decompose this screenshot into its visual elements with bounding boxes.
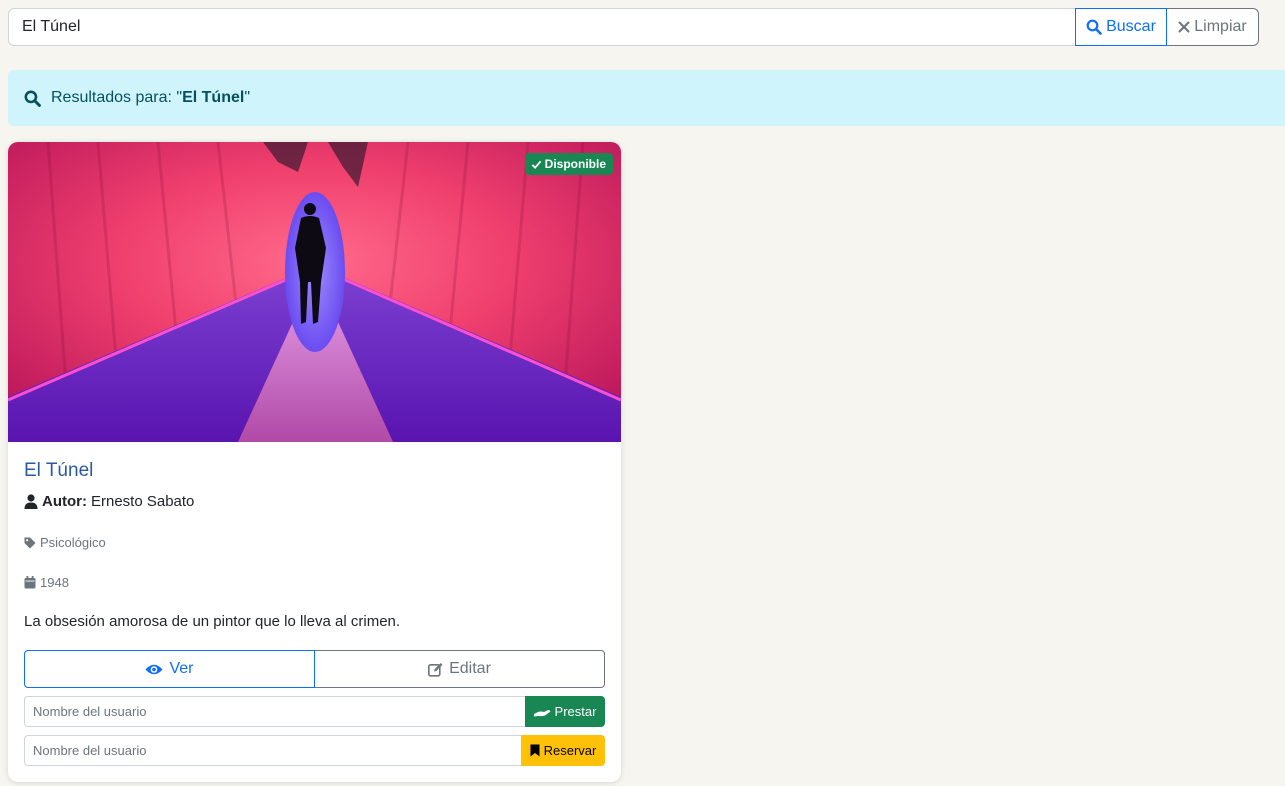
card-actions: Ver Editar <box>24 650 605 688</box>
book-title[interactable]: El Túnel <box>24 460 93 482</box>
results-prefix: Resultados para: " <box>51 89 183 106</box>
lend-form: Prestar <box>24 696 605 727</box>
view-button-label: Ver <box>169 660 194 677</box>
tag-icon <box>24 537 36 548</box>
book-year: 1948 <box>24 575 69 590</box>
check-icon <box>531 160 541 169</box>
lend-button-label: Prestar <box>554 704 597 719</box>
book-author: Autor: Ernesto Sabato <box>24 493 194 510</box>
author-name: Ernesto Sabato <box>91 493 195 510</box>
book-genre: Psicológico <box>24 535 106 550</box>
genre-label: Psicológico <box>40 535 106 550</box>
lend-button[interactable]: Prestar <box>525 696 605 727</box>
search-icon <box>1086 19 1102 35</box>
edit-button-label: Editar <box>449 660 491 677</box>
calendar-icon <box>24 576 36 589</box>
year-label: 1948 <box>40 575 69 590</box>
edit-button[interactable]: Editar <box>315 650 605 688</box>
lend-user-input[interactable] <box>24 696 525 727</box>
results-suffix: " <box>244 89 251 106</box>
hand-icon <box>533 710 551 717</box>
book-card: Disponible El Túnel Autor: Ernesto Sabat… <box>8 142 621 782</box>
eye-icon <box>145 664 163 674</box>
user-icon <box>24 494 38 509</box>
clear-button[interactable]: Limpiar <box>1167 8 1259 46</box>
results-text: Resultados para: "El Túnel" <box>51 89 250 107</box>
search-button-label: Buscar <box>1106 18 1156 35</box>
search-button[interactable]: Buscar <box>1075 8 1167 46</box>
bookmark-icon <box>530 744 540 757</box>
reserve-user-input[interactable] <box>24 735 521 766</box>
status-badge: Disponible <box>524 153 613 175</box>
reserve-form: Reservar <box>24 735 605 766</box>
results-alert: Resultados para: "El Túnel" <box>8 70 1285 126</box>
clear-button-label: Limpiar <box>1194 18 1247 35</box>
search-icon <box>24 90 41 107</box>
book-description: La obsesión amorosa de un pintor que lo … <box>24 613 401 630</box>
close-icon <box>1178 21 1190 33</box>
search-input[interactable] <box>8 8 1075 46</box>
reserve-button[interactable]: Reservar <box>521 735 605 766</box>
view-button[interactable]: Ver <box>24 650 315 688</box>
search-bar: Buscar Limpiar <box>8 8 1259 46</box>
book-cover-image <box>8 142 621 442</box>
reserve-button-label: Reservar <box>543 743 597 758</box>
status-badge-label: Disponible <box>544 157 606 171</box>
results-query: El Túnel <box>182 89 245 106</box>
author-label: Autor: <box>42 493 87 510</box>
edit-icon <box>428 662 443 677</box>
